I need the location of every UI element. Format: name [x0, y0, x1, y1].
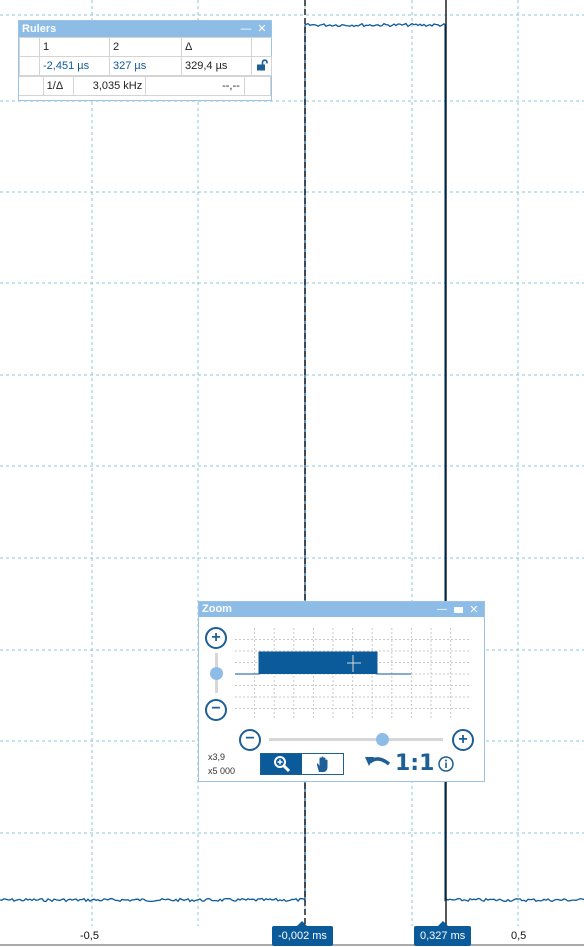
horizontal-zoom-factor: x5 000: [208, 766, 236, 776]
minimize-icon[interactable]: —: [239, 21, 253, 37]
horizontal-zoom-out-button[interactable]: −: [239, 729, 261, 751]
rulers-frequency-end: [243, 76, 272, 96]
minimize-icon[interactable]: —: [436, 602, 448, 618]
close-icon[interactable]: ✕: [467, 602, 481, 618]
oscilloscope-plot[interactable]: [0, 0, 584, 947]
ruler-1-header: 1: [39, 37, 110, 57]
zoom-tool-button[interactable]: [261, 754, 302, 774]
tool-mode-toggle[interactable]: [260, 753, 344, 775]
rulers-panel: Rulers — ✕ 1 2 Δ -2,451 µs 327 µs 329,4 …: [18, 20, 272, 101]
pan-tool-button[interactable]: [302, 754, 343, 774]
delta-value: 329,4 µs: [181, 56, 252, 76]
empty-measurement-value: --,--: [145, 76, 245, 96]
rulers-panel-title-bar[interactable]: Rulers — ✕: [19, 21, 271, 37]
rulers-values-spacer: [19, 56, 40, 76]
rulers-corner-cell: [19, 37, 40, 57]
ruler-2-value: 327 µs: [109, 56, 182, 76]
ruler-2-time-flag[interactable]: 0,327 ms: [414, 921, 472, 946]
rulers-table: 1 2 Δ -2,451 µs 327 µs 329,4 µs: [19, 37, 272, 76]
ruler-1-value: -2,451 µs: [39, 56, 110, 76]
grid-lines: [0, 0, 584, 926]
rulers-panel-title: Rulers: [22, 23, 57, 35]
zoom-overview-preview[interactable]: [235, 628, 471, 720]
zoom-panel-title-bar[interactable]: Zoom — ✕: [199, 602, 484, 617]
inverse-delta-label: 1/Δ: [42, 76, 74, 96]
rulers-header-row: 1 2 Δ: [19, 37, 272, 57]
close-icon[interactable]: ✕: [255, 21, 269, 37]
rulers-values-row: -2,451 µs 327 µs 329,4 µs: [19, 56, 272, 76]
undo-icon[interactable]: [364, 752, 392, 774]
horizontal-zoom-in-button[interactable]: +: [452, 729, 474, 751]
lock-toggle[interactable]: [251, 56, 272, 76]
time-axis-tick-right: 0,5: [511, 930, 527, 942]
ruler-2-header: 2: [109, 37, 182, 57]
magnifier-icon: [273, 756, 290, 773]
reset-zoom-button[interactable]: 1:1: [395, 751, 434, 776]
horizontal-zoom-track[interactable]: [269, 738, 443, 741]
vertical-zoom-slider-thumb[interactable]: [210, 666, 223, 680]
unlocked-padlock-icon[interactable]: [256, 58, 268, 71]
rulers-frequency-table: 1/Δ 3,035 kHz --,--: [19, 76, 272, 96]
frequency-value: 3,035 kHz: [72, 76, 147, 96]
vertical-zoom-in-button[interactable]: +: [205, 627, 227, 649]
zoom-panel-title: Zoom: [202, 603, 232, 615]
maximize-icon[interactable]: [452, 602, 464, 618]
rulers-frequency-row: 1/Δ 3,035 kHz --,--: [19, 76, 272, 96]
vertical-zoom-out-button[interactable]: −: [205, 699, 227, 721]
vertical-zoom-factor: x3,9: [208, 752, 226, 762]
zoom-panel: Zoom — ✕ + − − + x3,9 x5 000 1:1: [198, 601, 485, 782]
rulers-frequency-spacer: [19, 76, 44, 96]
hand-icon: [316, 756, 327, 772]
rulers-header-spacer: [251, 37, 272, 57]
horizontal-zoom-slider-thumb[interactable]: [375, 733, 389, 746]
info-icon[interactable]: [438, 756, 454, 772]
ruler-1-time-flag[interactable]: -0,002 ms: [272, 921, 333, 946]
delta-header: Δ: [181, 37, 252, 57]
time-axis-tick-left: -0,5: [80, 930, 99, 942]
